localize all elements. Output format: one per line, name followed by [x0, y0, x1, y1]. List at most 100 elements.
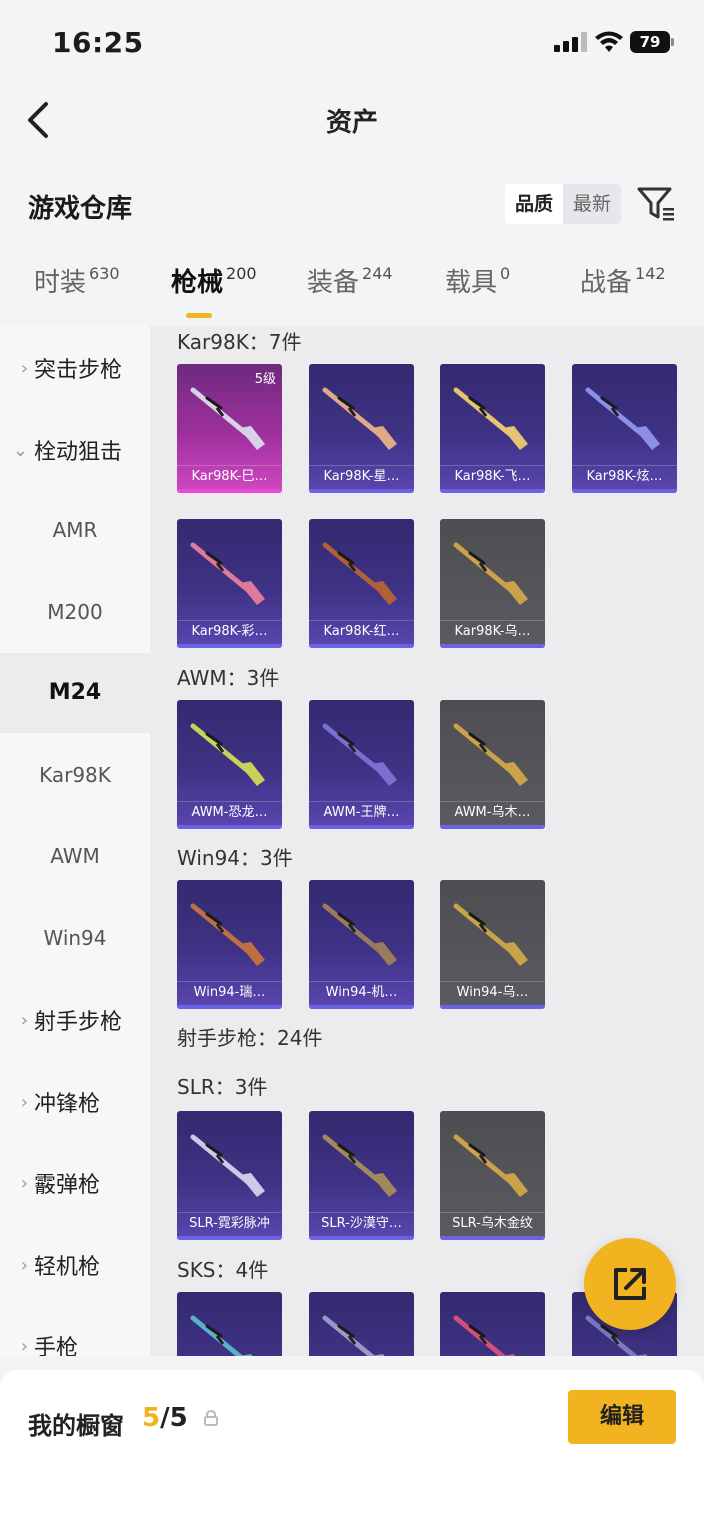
- section-header-awm: AWM：3件: [177, 666, 280, 690]
- rarity-bar: [440, 1236, 545, 1240]
- item-name: Kar98K-红…: [309, 620, 414, 642]
- page-title: 资产: [325, 108, 378, 138]
- rarity-bar: [177, 644, 282, 648]
- gun-skin-icon: [453, 723, 528, 786]
- item-card[interactable]: Kar98K-星…: [309, 364, 414, 493]
- tab-supplies[interactable]: 战备 142: [580, 262, 666, 299]
- rarity-bar: [309, 489, 414, 493]
- tab-equipment[interactable]: 装备 244: [307, 262, 393, 299]
- gun-skin-icon: [453, 1134, 528, 1197]
- item-card[interactable]: AWM-恐龙…: [177, 700, 282, 829]
- item-card[interactable]: 5级 Kar98K-巳…: [177, 364, 282, 493]
- sidebar-item-marksman-rifle[interactable]: › 射手步枪: [0, 980, 150, 1060]
- rarity-bar: [309, 1005, 414, 1009]
- lock-icon: [204, 1409, 218, 1426]
- gun-skin-icon: [453, 1315, 516, 1356]
- item-card[interactable]: Win94-机…: [309, 880, 414, 1009]
- item-grid: Kar98K：7件 AWM：3件 Win94：3件 射手步枪：24件 SLR：3…: [150, 326, 704, 1356]
- item-card[interactable]: [440, 1292, 545, 1356]
- tab-vehicles[interactable]: 载具 0: [445, 262, 510, 299]
- item-name: Kar98K-星…: [309, 465, 414, 487]
- sidebar-sub-amr[interactable]: AMR: [0, 490, 150, 570]
- gun-skin-icon: [322, 387, 397, 450]
- share-icon: [614, 1268, 646, 1300]
- item-card[interactable]: Kar98K-乌…: [440, 519, 545, 648]
- gun-skin-icon: [585, 387, 660, 450]
- rarity-bar: [177, 1236, 282, 1240]
- item-card[interactable]: AWM-王牌…: [309, 700, 414, 829]
- item-card[interactable]: AWM-乌木…: [440, 700, 545, 829]
- item-card[interactable]: Kar98K-炫…: [572, 364, 677, 493]
- nav-bar: 资产: [0, 84, 704, 154]
- section-header-kar98k: Kar98K：7件: [177, 330, 302, 354]
- sidebar-sub-win94[interactable]: Win94: [0, 898, 150, 978]
- gun-skin-icon: [322, 903, 397, 966]
- item-name: Kar98K-巳…: [177, 465, 282, 487]
- section-header-sks: SKS：4件: [177, 1258, 269, 1282]
- item-card[interactable]: Kar98K-飞…: [440, 364, 545, 493]
- item-card[interactable]: [309, 1292, 414, 1356]
- chevron-right-icon: ›: [20, 1335, 28, 1357]
- gun-skin-icon: [190, 542, 265, 605]
- filter-button[interactable]: [636, 184, 676, 224]
- section-header-marksman: 射手步枪：24件: [177, 1026, 323, 1050]
- section-title: 游戏仓库: [28, 194, 133, 224]
- item-card[interactable]: Win94-瑞…: [177, 880, 282, 1009]
- sidebar-item-assault-rifle[interactable]: › 突击步枪: [0, 328, 150, 408]
- share-button[interactable]: [584, 1238, 676, 1330]
- edit-button[interactable]: 编辑: [568, 1390, 676, 1444]
- rarity-bar: [177, 825, 282, 829]
- rarity-bar: [177, 489, 282, 493]
- sort-latest-button[interactable]: 最新: [563, 184, 621, 224]
- showcase-bar: 我的橱窗 5/5 编辑: [0, 1370, 704, 1523]
- sidebar-item-smg[interactable]: › 冲锋枪: [0, 1062, 150, 1142]
- sidebar-sub-m200[interactable]: M200: [0, 572, 150, 652]
- item-card[interactable]: Win94-乌…: [440, 880, 545, 1009]
- tab-guns[interactable]: 枪械 200: [171, 262, 257, 299]
- tab-fashion[interactable]: 时装 630: [34, 262, 120, 299]
- gun-skin-icon: [190, 387, 265, 450]
- item-name: AWM-王牌…: [309, 801, 414, 823]
- rarity-bar: [309, 644, 414, 648]
- gun-skin-icon: [190, 1134, 265, 1197]
- chevron-right-icon: ›: [20, 1009, 28, 1031]
- section-header-slr: SLR：3件: [177, 1075, 268, 1099]
- cellular-signal-icon: [554, 32, 588, 52]
- status-time: 16:25: [52, 26, 144, 59]
- battery-icon: 79: [630, 31, 674, 53]
- item-name: Win94-机…: [309, 981, 414, 1003]
- sidebar-sub-awm[interactable]: AWM: [0, 816, 150, 896]
- gun-skin-icon: [190, 903, 265, 966]
- sidebar-item-lmg[interactable]: › 轻机枪: [0, 1225, 150, 1305]
- item-name: Win94-瑞…: [177, 981, 282, 1003]
- gun-skin-icon: [453, 387, 528, 450]
- section-header-win94: Win94：3件: [177, 846, 293, 870]
- category-tabs: 时装 630 枪械 200 装备 244 载具 0 战备 142: [0, 262, 704, 322]
- rarity-bar: [309, 825, 414, 829]
- gun-skin-icon: [453, 903, 528, 966]
- item-name: Kar98K-飞…: [440, 465, 545, 487]
- chevron-down-icon: ⌄: [12, 439, 28, 461]
- item-level-badge: 5级: [254, 372, 276, 387]
- item-card[interactable]: SLR-霓彩脉冲: [177, 1111, 282, 1240]
- active-tab-indicator: [186, 313, 212, 318]
- sidebar-item-pistol[interactable]: › 手枪: [0, 1306, 150, 1357]
- sidebar-item-shotgun[interactable]: › 霰弹枪: [0, 1143, 150, 1223]
- sidebar-item-bolt-sniper[interactable]: ⌄ 栓动狙击: [0, 410, 150, 490]
- filter-icon: [637, 187, 674, 221]
- gun-skin-icon: [190, 723, 265, 786]
- item-card[interactable]: [177, 1292, 282, 1356]
- rarity-bar: [572, 489, 677, 493]
- item-card[interactable]: SLR-沙漠守…: [309, 1111, 414, 1240]
- wifi-icon: [594, 30, 624, 54]
- item-card[interactable]: Kar98K-彩…: [177, 519, 282, 648]
- item-name: SLR-乌木金纹: [440, 1212, 545, 1234]
- item-card[interactable]: SLR-乌木金纹: [440, 1111, 545, 1240]
- rarity-bar: [177, 1005, 282, 1009]
- item-card[interactable]: Kar98K-红…: [309, 519, 414, 648]
- sort-quality-button[interactable]: 品质: [505, 184, 564, 224]
- chevron-right-icon: ›: [20, 1254, 28, 1276]
- sidebar-sub-kar98k[interactable]: Kar98K: [0, 735, 150, 815]
- sidebar-sub-m24[interactable]: M24: [0, 653, 150, 733]
- rarity-bar: [440, 825, 545, 829]
